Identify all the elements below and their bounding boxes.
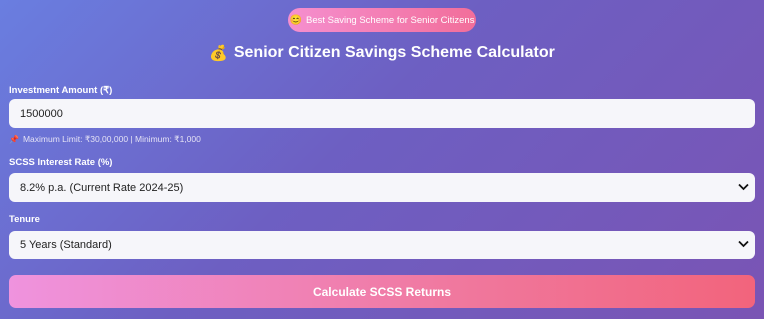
investment-amount-label: Investment Amount (₹) (9, 85, 113, 96)
investment-amount-input[interactable]: 1500000 (9, 99, 755, 128)
tenure-selected: 5 Years (Standard) (20, 239, 112, 251)
chevron-down-icon (738, 239, 749, 251)
investment-limit-text: Maximum Limit: ₹30,00,000 | Minimum: ₹1,… (22, 134, 201, 144)
pin-icon: 📌 (9, 135, 19, 144)
interest-rate-label: SCSS Interest Rate (%) (9, 157, 113, 168)
money-bag-icon: 💰 (209, 45, 228, 62)
tenure-select[interactable]: 5 Years (Standard) (9, 231, 755, 259)
interest-rate-selected: 8.2% p.a. (Current Rate 2024-25) (20, 181, 184, 194)
page-title: 💰 Senior Citizen Savings Scheme Calculat… (0, 44, 764, 62)
smile-icon: 😊 (289, 14, 302, 26)
tenure-label: Tenure (9, 214, 40, 225)
interest-rate-select[interactable]: 8.2% p.a. (Current Rate 2024-25) (9, 173, 755, 202)
calculate-button[interactable]: Calculate SCSS Returns (9, 275, 755, 308)
page-title-text: Senior Citizen Savings Scheme Calculator (233, 44, 555, 61)
badge-text: Best Saving Scheme for Senior Citizens (306, 14, 475, 26)
investment-amount-value: 1500000 (20, 107, 63, 120)
chevron-down-icon (738, 182, 749, 194)
best-scheme-badge: 😊 Best Saving Scheme for Senior Citizens (288, 8, 476, 32)
investment-limit-hint: 📌 Maximum Limit: ₹30,00,000 | Minimum: ₹… (9, 134, 201, 145)
